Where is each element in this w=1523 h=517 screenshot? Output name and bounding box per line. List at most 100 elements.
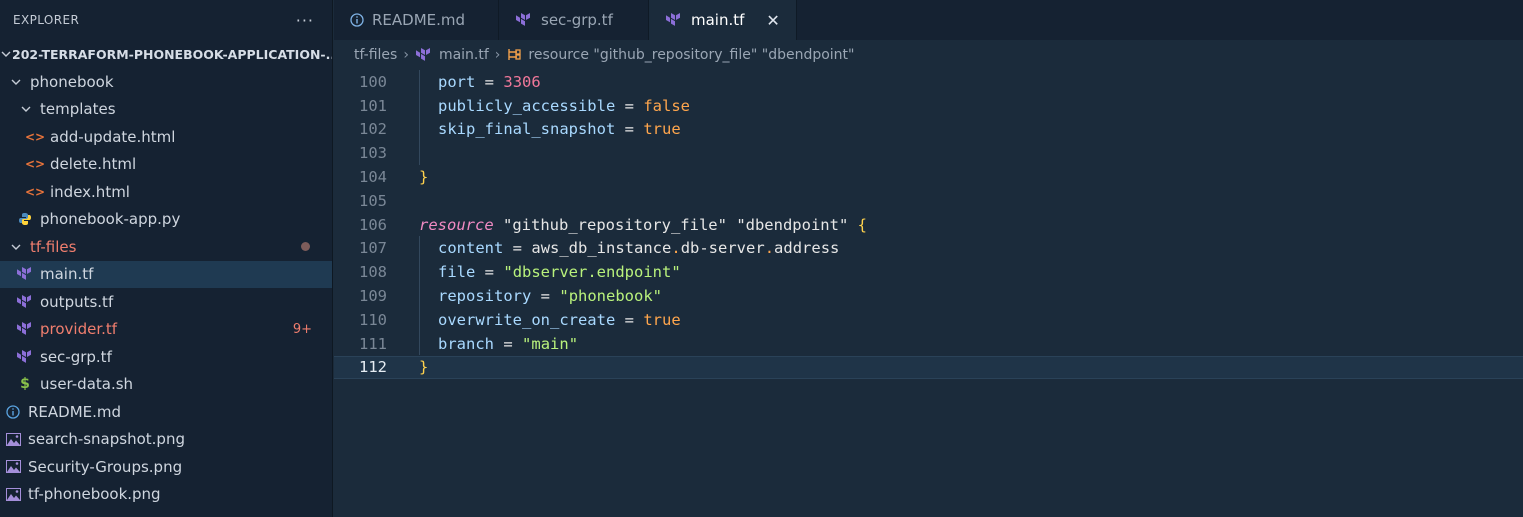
tree-item-label: provider.tf xyxy=(40,320,118,339)
more-actions-icon[interactable]: ··· xyxy=(296,11,314,30)
tree-file-index-html[interactable]: <> index.html xyxy=(0,178,332,206)
symbol-structure-icon xyxy=(506,47,522,63)
chevron-down-icon xyxy=(8,76,24,88)
tree-item-label: sec-grp.tf xyxy=(40,347,112,366)
tree-file-sec-grp-tf[interactable]: sec-grp.tf xyxy=(0,343,332,371)
token: false xyxy=(643,96,691,115)
line-number: 104 xyxy=(359,168,387,187)
tree-file-provider-tf[interactable]: provider.tf 9+ xyxy=(0,316,332,344)
code-line[interactable]: 111 branch = "main" xyxy=(334,332,1523,356)
close-icon[interactable]: ✕ xyxy=(766,11,779,30)
tab-label: main.tf xyxy=(691,11,745,29)
terraform-icon xyxy=(16,321,34,337)
breadcrumb-file[interactable]: main.tf xyxy=(439,47,489,63)
tree-folder-templates[interactable]: templates xyxy=(0,96,332,124)
tree-file-security-groups-png[interactable]: Security-Groups.png xyxy=(0,453,332,481)
tree-item-label: main.tf xyxy=(40,265,94,284)
token: file xyxy=(438,263,476,282)
tab-main-tf[interactable]: main.tf ✕ xyxy=(649,0,797,40)
tree-item-label: user-data.sh xyxy=(40,375,134,394)
token: port xyxy=(438,72,476,91)
tab-sec-grp-tf[interactable]: sec-grp.tf xyxy=(499,0,649,40)
line-number: 105 xyxy=(359,191,387,210)
info-icon xyxy=(4,405,22,419)
tree-file-user-data-sh[interactable]: $ user-data.sh xyxy=(0,371,332,399)
code-line[interactable]: 102 skip_final_snapshot = true xyxy=(334,118,1523,142)
token: = xyxy=(484,263,495,282)
project-name: 202-TERRAFORM-PHONEBOOK-APPLICATION-... xyxy=(12,46,332,62)
tree-file-tf-phonebook-png[interactable]: tf-phonebook.png xyxy=(0,481,332,509)
terraform-icon xyxy=(415,47,433,63)
token: . xyxy=(764,239,775,258)
tree-item-label: outputs.tf xyxy=(40,292,114,311)
tree-item-label: add-update.html xyxy=(50,127,176,146)
line-number: 101 xyxy=(359,96,387,115)
tree-file-main-tf[interactable]: main.tf xyxy=(0,260,332,288)
token: } xyxy=(419,358,429,377)
tab-readme-md[interactable]: README.md xyxy=(334,0,499,40)
line-number: 100 xyxy=(359,72,387,91)
token: = xyxy=(484,72,495,91)
code-line[interactable]: 110 overwrite_on_create = true xyxy=(334,308,1523,332)
token: = xyxy=(503,334,513,353)
image-file-icon xyxy=(4,432,22,446)
chevron-right-icon: › xyxy=(403,47,409,63)
terraform-icon xyxy=(665,12,683,28)
line-number: 111 xyxy=(359,334,387,353)
chevron-down-icon xyxy=(18,103,34,115)
token: aws_db_instance xyxy=(531,239,672,258)
tree-file-search-snapshot-png[interactable]: search-snapshot.png xyxy=(0,426,332,454)
tree-folder-phonebook[interactable]: phonebook xyxy=(0,68,332,96)
breadcrumb-symbol[interactable]: resource "github_repository_file" "dbend… xyxy=(528,47,854,63)
token: repository xyxy=(438,287,532,306)
tree-file-outputs-tf[interactable]: outputs.tf xyxy=(0,288,332,316)
python-file-icon xyxy=(16,212,34,226)
tree-item-label: delete.html xyxy=(50,155,137,174)
tree-file-add-update-html[interactable]: <> add-update.html xyxy=(0,123,332,151)
tab-label: README.md xyxy=(372,11,466,29)
tree-file-readme-md[interactable]: README.md xyxy=(0,398,332,426)
tree-item-label: index.html xyxy=(50,182,130,201)
token: true xyxy=(643,120,681,139)
breadcrumb-folder[interactable]: tf-files xyxy=(354,47,397,63)
code-line[interactable]: 104 } xyxy=(334,165,1523,189)
token: resource xyxy=(419,215,494,234)
shell-script-icon: $ xyxy=(20,376,30,393)
line-number: 107 xyxy=(359,239,387,258)
terraform-icon xyxy=(515,12,533,28)
token: "dbserver.endpoint" xyxy=(503,263,681,282)
code-line[interactable]: 100 port = 3306 xyxy=(334,70,1523,94)
code-line[interactable]: 103 xyxy=(334,141,1523,165)
code-line[interactable]: 101 publicly_accessible = false xyxy=(334,94,1523,118)
token: skip_final_snapshot xyxy=(438,120,616,139)
code-line[interactable]: 108 file = "dbserver.endpoint" xyxy=(334,260,1523,284)
terraform-icon xyxy=(16,349,34,365)
token: = xyxy=(624,96,634,115)
tree-folder-tf-files[interactable]: tf-files xyxy=(0,233,332,261)
tree-file-phonebook-app-py[interactable]: phonebook-app.py xyxy=(0,206,332,234)
code-line[interactable]: 109 repository = "phonebook" xyxy=(334,284,1523,308)
token: = xyxy=(624,310,634,329)
code-line[interactable]: 107 content = aws_db_instance.db-server.… xyxy=(334,237,1523,261)
line-number: 102 xyxy=(359,120,387,139)
token: "github_repository_file" xyxy=(503,215,727,234)
project-folder[interactable]: 202-TERRAFORM-PHONEBOOK-APPLICATION-... xyxy=(0,40,332,68)
token: . xyxy=(671,239,681,258)
code-line[interactable]: 106 resource "github_repository_file" "d… xyxy=(334,213,1523,237)
tree-file-delete-html[interactable]: <> delete.html xyxy=(0,151,332,179)
code-editor[interactable]: 100 port = 3306 101 publicly_accessible … xyxy=(334,70,1523,517)
token: } xyxy=(419,168,429,187)
current-code-line[interactable]: 112 } xyxy=(334,355,1523,380)
info-icon xyxy=(350,13,364,27)
tree-item-label: templates xyxy=(40,100,116,119)
token: = xyxy=(540,287,551,306)
chevron-down-icon xyxy=(8,241,24,253)
code-line[interactable]: 105 xyxy=(334,189,1523,213)
explorer-header: EXPLORER ··· xyxy=(0,0,332,40)
line-number: 110 xyxy=(359,310,387,329)
problems-badge: 9+ xyxy=(292,321,312,337)
token: { xyxy=(857,215,867,234)
image-file-icon xyxy=(4,460,22,474)
line-number: 103 xyxy=(359,144,387,163)
token: = xyxy=(624,120,634,139)
